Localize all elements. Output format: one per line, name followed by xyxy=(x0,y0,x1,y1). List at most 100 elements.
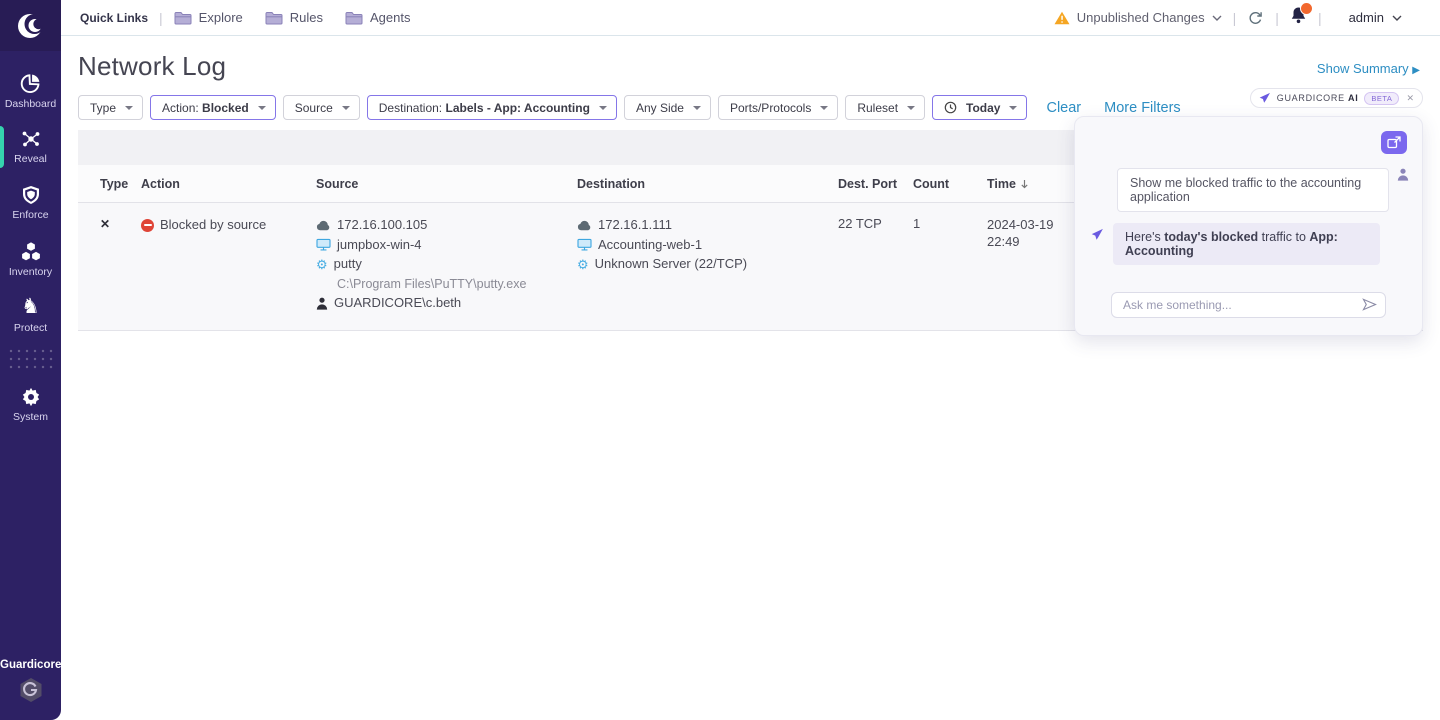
ai-chat-panel: Show me blocked traffic to the accountin… xyxy=(1074,116,1423,336)
filter-ports-protocols[interactable]: Ports/Protocols xyxy=(718,95,838,120)
column-header-destination[interactable]: Destination xyxy=(577,177,838,191)
more-filters-link[interactable]: More Filters xyxy=(1104,100,1181,116)
sidebar-item-enforce[interactable]: Enforce xyxy=(0,175,61,231)
cell-dest-port: 22 TCP xyxy=(838,216,913,314)
network-icon xyxy=(20,129,42,149)
cell-action: Blocked by source xyxy=(141,216,316,314)
column-header-dest-port[interactable]: Dest. Port xyxy=(838,177,913,191)
clock-icon xyxy=(944,101,957,114)
filter-prefix: Action: xyxy=(162,101,199,115)
filter-text: Action: Blocked xyxy=(162,101,249,115)
column-header-action[interactable]: Action xyxy=(141,177,316,191)
action-label: Blocked by source xyxy=(160,216,266,235)
top-nav: Explore Rules Agents xyxy=(174,10,411,25)
source-hostname[interactable]: jumpbox-win-4 xyxy=(337,236,422,255)
topbar-right: Unpublished Changes | | | admin xyxy=(1054,6,1402,29)
column-header-source[interactable]: Source xyxy=(316,177,577,191)
chevron-down-icon xyxy=(125,106,133,110)
ai-chip-brand: GUARDICORE xyxy=(1277,93,1345,103)
filter-today[interactable]: Today xyxy=(932,95,1027,120)
x-mark-icon: ✕ xyxy=(100,217,110,231)
show-summary-link[interactable]: Show Summary ▶ xyxy=(1317,61,1420,76)
user-message: Show me blocked traffic to the accountin… xyxy=(1117,168,1389,212)
pie-chart-icon xyxy=(20,73,41,94)
column-header-label: Time xyxy=(987,177,1016,191)
sidebar-item-label: Protect xyxy=(14,322,47,334)
filter-source[interactable]: Source xyxy=(283,95,360,120)
filter-prefix: Destination: xyxy=(379,101,442,115)
cloud-icon xyxy=(316,220,331,231)
nav-item-rules[interactable]: Rules xyxy=(265,10,323,25)
knight-icon: ♞ xyxy=(21,296,40,318)
warning-icon xyxy=(1054,11,1070,25)
sidebar-dots-texture xyxy=(7,347,54,373)
chevron-down-icon xyxy=(258,106,266,110)
chevron-down-icon xyxy=(1212,15,1222,21)
source-ip: 172.16.100.105 xyxy=(337,216,427,235)
process-gear-icon: ⚙ xyxy=(316,258,328,271)
user-avatar-icon xyxy=(1397,168,1409,181)
chat-input-wrap xyxy=(1111,292,1386,318)
send-plane-icon xyxy=(1259,92,1271,104)
chevron-down-icon xyxy=(599,106,607,110)
filter-label: Source xyxy=(295,101,333,115)
cubes-icon xyxy=(20,241,42,262)
column-header-type[interactable]: Type xyxy=(100,177,141,191)
sidebar-item-reveal[interactable]: Reveal xyxy=(0,119,61,175)
sidebar-brand: Guardicore xyxy=(0,659,61,708)
crescent-logo-icon xyxy=(14,9,48,43)
destination-service: Unknown Server (22/TCP) xyxy=(595,255,747,274)
chevron-down-icon xyxy=(693,106,701,110)
expand-panel-button[interactable] xyxy=(1381,131,1407,154)
chevron-down-icon xyxy=(907,106,915,110)
chevron-down-icon xyxy=(342,106,350,110)
sidebar-item-system[interactable]: System xyxy=(0,377,61,433)
source-user: GUARDICORE\c.beth xyxy=(334,294,461,313)
source-process: putty xyxy=(334,255,362,274)
guardicore-ai-chip[interactable]: GUARDICORE AI BETA ✕ xyxy=(1250,88,1423,108)
column-header-count[interactable]: Count xyxy=(913,177,987,191)
sidebar-item-protect[interactable]: ♞ Protect xyxy=(0,287,61,343)
user-menu[interactable]: admin xyxy=(1349,10,1402,25)
clear-filters-link[interactable]: Clear xyxy=(1046,100,1081,116)
user-message-row: Show me blocked traffic to the accountin… xyxy=(1117,168,1409,212)
unpublished-changes-dropdown[interactable]: Unpublished Changes xyxy=(1054,10,1222,25)
nav-item-label: Agents xyxy=(370,10,410,25)
assistant-send-plane-icon xyxy=(1091,228,1104,241)
refresh-button[interactable] xyxy=(1247,10,1264,26)
nav-item-explore[interactable]: Explore xyxy=(174,10,243,25)
filter-value: Labels - App: Accounting xyxy=(445,101,589,115)
beta-badge: BETA xyxy=(1364,92,1399,105)
ai-chip-ai: AI xyxy=(1348,93,1358,103)
sidebar-item-label: Dashboard xyxy=(5,98,56,110)
notifications-button[interactable] xyxy=(1290,6,1307,29)
close-icon[interactable]: ✕ xyxy=(1406,93,1414,104)
cloud-icon xyxy=(577,220,592,231)
brand-name: Guardicore xyxy=(0,659,61,671)
nav-item-agents[interactable]: Agents xyxy=(345,10,410,25)
filter-label: Ruleset xyxy=(857,101,898,115)
page-title: Network Log xyxy=(78,51,226,82)
sidebar: Dashboard Reveal Enforce xyxy=(0,0,61,720)
quick-links-label[interactable]: Quick Links xyxy=(80,11,148,25)
guardicore-logo[interactable] xyxy=(0,0,61,51)
filter-ruleset[interactable]: Ruleset xyxy=(845,95,925,120)
filter-destination[interactable]: Destination: Labels - App: Accounting xyxy=(367,95,617,120)
filter-action[interactable]: Action: Blocked xyxy=(150,95,276,120)
sidebar-item-label: Enforce xyxy=(12,209,48,221)
sidebar-item-dashboard[interactable]: Dashboard xyxy=(0,63,61,119)
filter-any-side[interactable]: Any Side xyxy=(624,95,711,120)
send-button[interactable] xyxy=(1362,298,1377,316)
folder-icon xyxy=(265,11,283,25)
cell-count: 1 xyxy=(913,216,987,314)
chat-input[interactable] xyxy=(1111,292,1386,318)
destination-hostname[interactable]: Accounting-web-1 xyxy=(598,236,702,255)
nav-item-label: Explore xyxy=(199,10,243,25)
filter-type[interactable]: Type xyxy=(78,95,143,120)
chevron-down-icon xyxy=(820,106,828,110)
gear-icon xyxy=(21,387,41,407)
filter-label: Ports/Protocols xyxy=(730,101,811,115)
sidebar-item-inventory[interactable]: Inventory xyxy=(0,231,61,287)
nav-item-label: Rules xyxy=(290,10,323,25)
arrow-right-icon: ▶ xyxy=(1412,65,1420,76)
